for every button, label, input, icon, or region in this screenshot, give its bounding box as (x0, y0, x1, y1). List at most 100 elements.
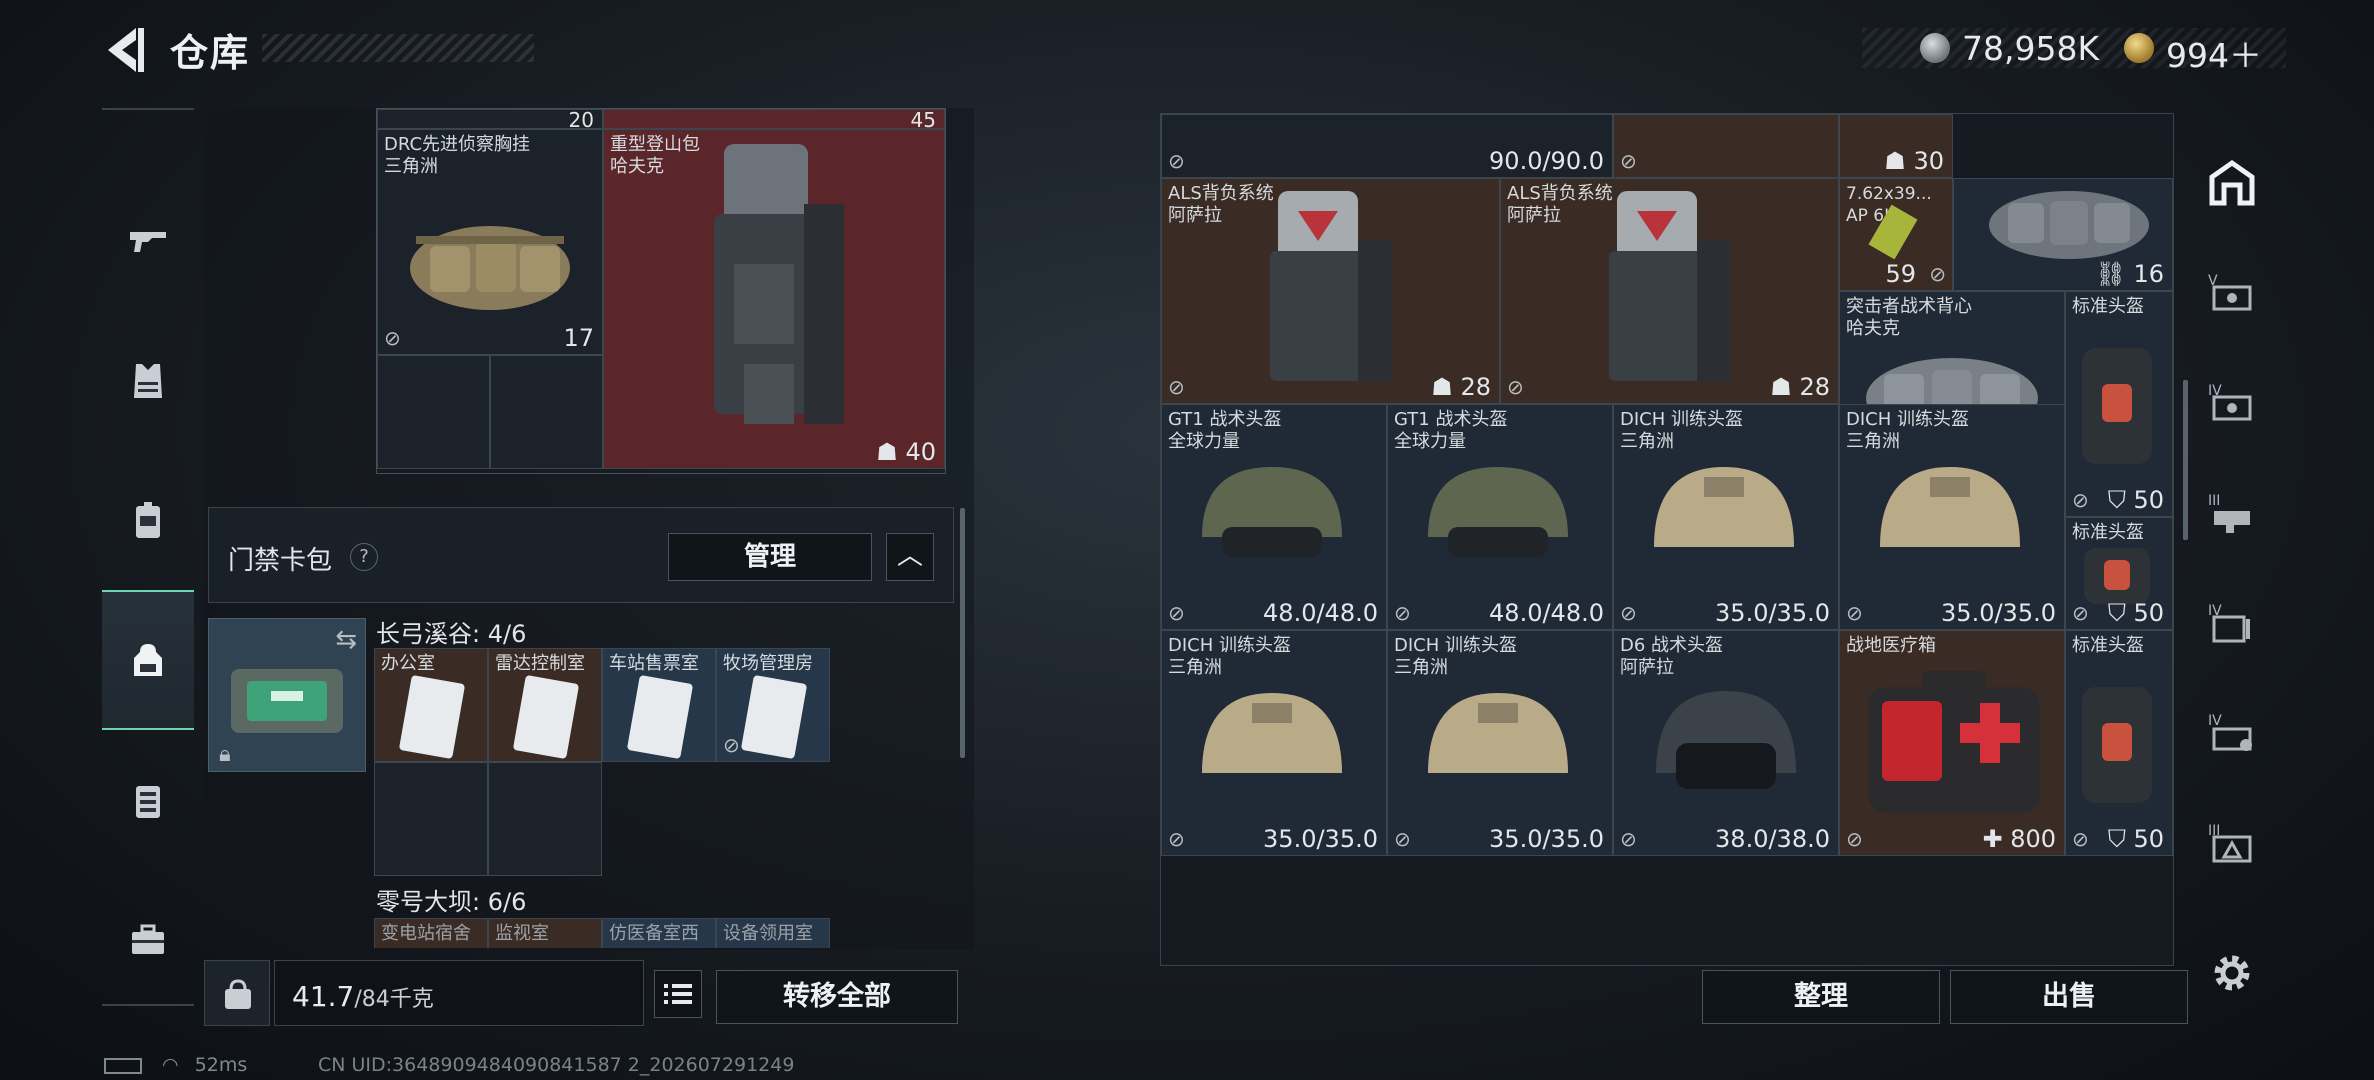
rail-briefcase[interactable] (102, 870, 194, 1010)
tradeable-lock-icon: ⊘ (1507, 375, 1524, 399)
item-chest-rig-drc[interactable]: DRC先进侦察胸挂 三角洲 ⊘ 17 (377, 129, 603, 355)
helmet-image (1428, 693, 1568, 773)
item-dich-helmet[interactable]: DICH 训练头盔 三角洲 ⊘ 35.0/35.0 (1161, 630, 1387, 856)
tradeable-lock-icon: ⊘ (1620, 149, 1637, 173)
tradeable-lock-icon: ⊘ (1620, 601, 1637, 625)
map-label-changgong: 长弓溪谷: 4/6 (376, 620, 527, 648)
tradeable-lock-icon: ⊘ (723, 733, 740, 757)
item-standard-helmet[interactable]: 标准头盔 ⊘ ⛉ 50 (2065, 291, 2173, 517)
rail-weapon[interactable] (102, 170, 194, 310)
partial-item-stat: 45 (910, 109, 936, 129)
partial-item[interactable]: 45 (603, 109, 945, 129)
item-name: 突击者战术背心 哈夫克 (1846, 296, 1972, 339)
svg-text:IV: IV (2208, 713, 2222, 729)
item-stat: 35.0/35.0 (1263, 825, 1378, 853)
item-dich-helmet[interactable]: DICH 训练头盔 三角洲 ⊘ 35.0/35.0 (1839, 404, 2065, 630)
partial-item[interactable]: ⊘ 90.0/90.0 (1161, 114, 1613, 178)
helmet-image (1654, 467, 1794, 547)
stash-home-tab[interactable] (2196, 133, 2268, 233)
wifi-icon: ◠ (162, 1054, 179, 1076)
item-name: DICH 训练头盔 三角洲 (1846, 409, 1969, 452)
rail-armor[interactable] (102, 310, 194, 450)
item-name: GT1 战术头盔 全球力量 (1394, 409, 1508, 452)
helmet-case-image (2084, 548, 2150, 604)
item-stat: ⛉ 50 (2107, 486, 2164, 514)
helmet-case-image (2082, 348, 2152, 464)
item-gt1-helmet[interactable]: GT1 战术头盔 全球力量 ⊘ 48.0/48.0 (1387, 404, 1613, 630)
keycard-item[interactable]: 监视室 (488, 918, 602, 948)
tradeable-lock-icon: ⊘ (1620, 827, 1637, 851)
item-stat: ☗ 40 (876, 438, 936, 466)
gold-currency-value[interactable]: 994＋ (2166, 29, 2262, 77)
stash-page-rail: V IV III IV IV III (2196, 113, 2268, 1013)
collapse-button[interactable]: ︿ (886, 533, 934, 581)
stash-page-3b[interactable]: III (2196, 793, 2268, 893)
stash-page-5[interactable]: V (2196, 243, 2268, 343)
item-heavy-backpack[interactable]: 重型登山包 哈夫克 ☗ 40 (603, 129, 945, 469)
left-scrollbar[interactable] (960, 508, 965, 758)
item-ammo-762[interactable]: 7.62x39... AP 6L 59 ⊘ (1839, 178, 1953, 291)
stash-page-4[interactable]: IV (2196, 353, 2268, 453)
stash-page-4c[interactable]: IV (2196, 683, 2268, 783)
keycard-ranch-room[interactable]: 牧场管理房 ⊘ (716, 648, 830, 762)
keycard-office[interactable]: 办公室 (374, 648, 488, 762)
sell-button[interactable]: 出售 (1950, 970, 2188, 1024)
settings-button[interactable] (2196, 923, 2268, 1023)
keycard-case[interactable]: ⇆ 🔒︎ (208, 618, 366, 772)
keycard-item[interactable]: 仿医备室西 (602, 918, 716, 948)
item-standard-helmet[interactable]: 标准头盔 ⊘ ⛉ 50 (2065, 517, 2173, 630)
keycard-ticket-office[interactable]: 车站售票室 (602, 648, 716, 762)
stash-page-5-icon: V (2208, 273, 2252, 311)
swap-icon[interactable]: ⇆ (335, 625, 357, 655)
item-stat: 17 (563, 324, 594, 352)
item-gt1-helmet[interactable]: GT1 战术头盔 全球力量 ⊘ 48.0/48.0 (1161, 404, 1387, 630)
item-field-medkit[interactable]: 战地医疗箱 ⊘ ✚ 800 (1839, 630, 2065, 856)
item-dich-helmet[interactable]: DICH 训练头盔 三角洲 ⊘ 35.0/35.0 (1613, 404, 1839, 630)
empty-slot[interactable] (490, 355, 603, 469)
rail-keycard-holder[interactable] (102, 730, 194, 870)
back-button[interactable] (100, 22, 146, 78)
item-dich-helmet[interactable]: DICH 训练头盔 三角洲 ⊘ 35.0/35.0 (1387, 630, 1613, 856)
item-stat: ☗ 28 (1431, 373, 1491, 401)
keycard-radar-room[interactable]: 雷达控制室 (488, 648, 602, 762)
map-label-zero-dam: 零号大坝: 6/6 (376, 888, 527, 916)
back-arrow-icon (108, 28, 144, 72)
rail-chest-rig[interactable] (102, 450, 194, 590)
weight-value: 41.7/84千克 (292, 980, 434, 1013)
stash-scrollbar[interactable] (2183, 380, 2188, 540)
keycard-image (398, 674, 466, 760)
item-name: 重型登山包 哈夫克 (610, 134, 700, 177)
manage-button[interactable]: 管理 (668, 533, 872, 581)
partial-item[interactable]: ☗ 30 (1839, 114, 1953, 178)
item-stat: ⛉ 50 (2107, 599, 2164, 627)
keycard-grid-zero-dam: 变电站宿舍 监视室 仿医备室西 设备领用室 (374, 918, 830, 948)
item-tactical-vest[interactable]: ⛓ 16 (1953, 178, 2173, 291)
partial-item[interactable]: 20 (377, 109, 603, 129)
empty-slot[interactable] (374, 762, 488, 876)
help-icon[interactable]: ? (350, 543, 378, 571)
stash-page-3[interactable]: III (2196, 463, 2268, 563)
keycard-item[interactable]: 变电站宿舍 (374, 918, 488, 948)
title-decoration (262, 34, 534, 62)
partial-item-stat: 20 (568, 109, 594, 129)
list-view-button[interactable] (654, 970, 702, 1018)
stash-page-4b[interactable]: IV (2196, 573, 2268, 673)
sort-button[interactable]: 整理 (1702, 970, 1940, 1024)
rail-backpack[interactable] (102, 590, 194, 730)
briefcase-icon (132, 924, 164, 954)
keycard-item[interactable]: 设备领用室 (716, 918, 830, 948)
transfer-all-button[interactable]: 转移全部 (716, 970, 958, 1024)
partial-item[interactable]: ⊘ (1613, 114, 1839, 178)
empty-slot[interactable] (377, 355, 490, 469)
item-als-backpack[interactable]: ALS背负系统 阿萨拉 ⊘ ☗ 28 (1500, 178, 1839, 404)
item-name: 标准头盔 (2072, 296, 2144, 317)
tradeable-lock-icon: ⊘ (1168, 375, 1185, 399)
empty-slot[interactable] (488, 762, 602, 876)
chest-rig-icon (136, 502, 160, 538)
weight-lock-button[interactable] (204, 960, 270, 1026)
helmet-image (1202, 467, 1342, 557)
item-d6-helmet[interactable]: D6 战术头盔 阿萨拉 ⊘ 38.0/38.0 (1613, 630, 1839, 856)
tradeable-lock-icon: ⊘ (2072, 827, 2089, 851)
item-als-backpack[interactable]: ALS背负系统 阿萨拉 ⊘ ☗ 28 (1161, 178, 1500, 404)
item-standard-helmet[interactable]: 标准头盔 ⊘ ⛉ 50 (2065, 630, 2173, 856)
